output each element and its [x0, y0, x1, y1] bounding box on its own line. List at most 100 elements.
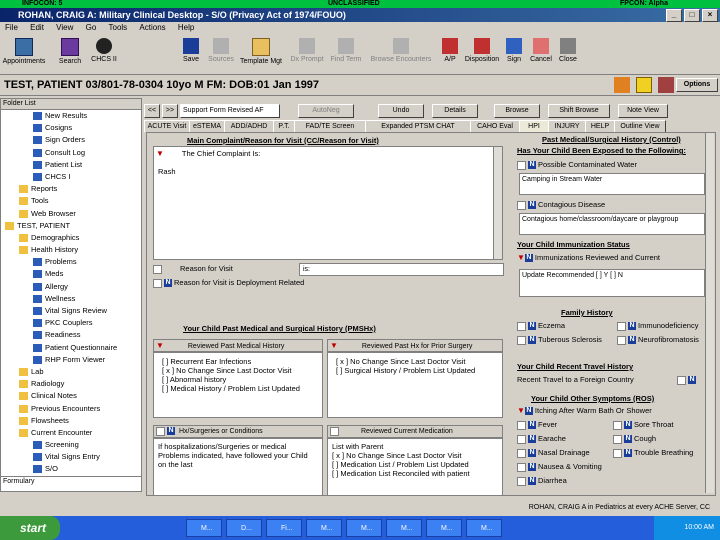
n-toggle-icon[interactable]: N	[624, 421, 632, 430]
formulary-panel[interactable]: Formulary	[0, 476, 142, 492]
menu-tools[interactable]: Tools	[109, 23, 128, 32]
tree-item[interactable]: Reports	[1, 183, 141, 195]
n-toggle-icon[interactable]: N	[528, 322, 536, 331]
symptom-checkbox[interactable]	[517, 434, 526, 444]
meds-box[interactable]: List with Parent [ x ] No Change Since L…	[327, 438, 503, 496]
tab-injury[interactable]: INJURY	[548, 120, 586, 132]
tuberous-checkbox[interactable]	[517, 335, 526, 345]
symptom-checkbox[interactable]	[613, 434, 622, 444]
taskbar-item[interactable]: Fi...	[266, 519, 302, 537]
symptom-checkbox[interactable]	[517, 420, 526, 430]
deployment-checkbox[interactable]	[153, 278, 162, 288]
tree-item[interactable]: Cosigns	[1, 122, 141, 134]
disease-field[interactable]: Contagious home/classroom/daycare or pla…	[519, 213, 705, 235]
menu-view[interactable]: View	[56, 23, 73, 32]
hospitalizations-box[interactable]: If hospitalizations/Surgeries or medical…	[153, 438, 323, 496]
immunodeficiency-checkbox[interactable]	[617, 321, 626, 331]
dx-prompt-button[interactable]: Dx Prompt	[288, 36, 326, 63]
tree-item[interactable]: Health History	[1, 244, 141, 256]
tab-estema[interactable]: eSTEMA	[189, 120, 225, 132]
n-toggle-icon[interactable]: N	[164, 279, 172, 288]
tree-item[interactable]: Problems	[1, 256, 141, 268]
n-toggle-icon[interactable]: N	[688, 376, 696, 385]
tree-item[interactable]: Current Encounter	[1, 427, 141, 439]
tree-item[interactable]: Patient Questionnaire	[1, 342, 141, 354]
tab-fad-te-screen[interactable]: FAD/TE Screen	[294, 120, 366, 132]
reason-checkbox[interactable]	[153, 264, 162, 274]
pmh-box[interactable]: [ ] Recurrent Ear Infections [ x ] No Ch…	[153, 352, 323, 418]
start-button[interactable]: start	[0, 516, 60, 540]
tree-item[interactable]: TEST, PATIENT	[1, 220, 141, 232]
n-toggle-icon[interactable]: N	[628, 322, 636, 331]
appointments-button[interactable]: Appointments	[2, 36, 46, 65]
tree-item[interactable]: PKC Couplers	[1, 317, 141, 329]
maximize-button[interactable]: □	[684, 9, 700, 22]
n-toggle-icon[interactable]: N	[528, 477, 536, 486]
symptom-checkbox[interactable]	[517, 448, 526, 458]
menu-go[interactable]: Go	[86, 23, 97, 32]
eczema-checkbox[interactable]	[517, 321, 526, 331]
tree-item[interactable]: Web Browser	[1, 208, 141, 220]
tab-add-adhd[interactable]: ADD/ADHD	[224, 120, 274, 132]
shift-browse-button[interactable]: Shift Browse	[548, 104, 610, 118]
window-close-button[interactable]: ×	[702, 9, 718, 22]
find-term-button[interactable]: Find Term	[326, 36, 366, 63]
flag-icon[interactable]	[658, 77, 674, 93]
minimize-button[interactable]: _	[666, 9, 682, 22]
tree-item[interactable]: Sign Orders	[1, 134, 141, 146]
n-toggle-icon[interactable]: N	[167, 427, 175, 436]
ap-button[interactable]: A/P	[436, 36, 464, 63]
n-toggle-icon[interactable]: N	[624, 449, 632, 458]
tree-item[interactable]: RHP Form Viewer	[1, 354, 141, 366]
cancel-button[interactable]: Cancel	[526, 36, 556, 63]
n-toggle-icon[interactable]: N	[528, 449, 536, 458]
n-toggle-icon[interactable]: N	[528, 336, 536, 345]
undo-button[interactable]: Undo	[378, 104, 424, 118]
n-toggle-icon[interactable]: N	[628, 336, 636, 345]
tree-item[interactable]: Tools	[1, 195, 141, 207]
water-checkbox[interactable]	[517, 160, 526, 170]
taskbar-item[interactable]: M...	[466, 519, 502, 537]
tree-item[interactable]: Flowsheets	[1, 415, 141, 427]
tree-item[interactable]: Meds	[1, 268, 141, 280]
reason-field[interactable]: is:	[299, 263, 504, 276]
menu-file[interactable]: File	[5, 23, 18, 32]
note-view-button[interactable]: Note View	[618, 104, 668, 118]
browse-button[interactable]: Browse	[494, 104, 540, 118]
tab-hpi[interactable]: HPI	[519, 120, 549, 132]
tree-item[interactable]: Patient List	[1, 159, 141, 171]
tab-acute-visit[interactable]: ACUTE Visit	[144, 120, 190, 132]
taskbar-item[interactable]: M...	[306, 519, 342, 537]
taskbar-item[interactable]: D...	[226, 519, 262, 537]
taskbar-item[interactable]: M...	[186, 519, 222, 537]
back-button[interactable]: <<	[144, 104, 160, 118]
tree-item[interactable]: Previous Encounters	[1, 403, 141, 415]
symptom-checkbox[interactable]	[517, 462, 526, 472]
search-button[interactable]: Search	[52, 36, 88, 65]
sources-button[interactable]: Sources	[204, 36, 238, 63]
immunization-field[interactable]: Update Recommended [ ] Y [ ] N	[519, 269, 705, 297]
tree-item[interactable]: Lab	[1, 366, 141, 378]
n-toggle-icon[interactable]: N	[528, 201, 536, 210]
n-toggle-icon[interactable]: N	[528, 435, 536, 444]
template-select[interactable]: Support Form Revised AF	[180, 104, 280, 118]
tree-item[interactable]: Vital Signs Review	[1, 305, 141, 317]
hosp-checkbox[interactable]	[156, 426, 165, 436]
tree-item[interactable]: CHCS I	[1, 171, 141, 183]
disposition-button[interactable]: Disposition	[462, 36, 502, 63]
tree-item[interactable]: New Results	[1, 110, 141, 122]
tree-item[interactable]: Consult Log	[1, 147, 141, 159]
tab-help[interactable]: HELP	[585, 120, 615, 132]
symptom-checkbox[interactable]	[613, 420, 622, 430]
tree-item[interactable]: Demographics	[1, 232, 141, 244]
tree-item[interactable]: Screening	[1, 439, 141, 451]
meds-checkbox[interactable]	[330, 426, 339, 436]
template-mgt-button[interactable]: Template Mgt	[238, 36, 284, 65]
disease-checkbox[interactable]	[517, 200, 526, 210]
details-button[interactable]: Details	[432, 104, 478, 118]
content-scrollbar[interactable]	[705, 133, 714, 493]
taskbar-item[interactable]: M...	[346, 519, 382, 537]
n-toggle-icon[interactable]: N	[624, 435, 632, 444]
warning-icon[interactable]	[636, 77, 652, 93]
tree-item[interactable]: S/O	[1, 463, 141, 475]
